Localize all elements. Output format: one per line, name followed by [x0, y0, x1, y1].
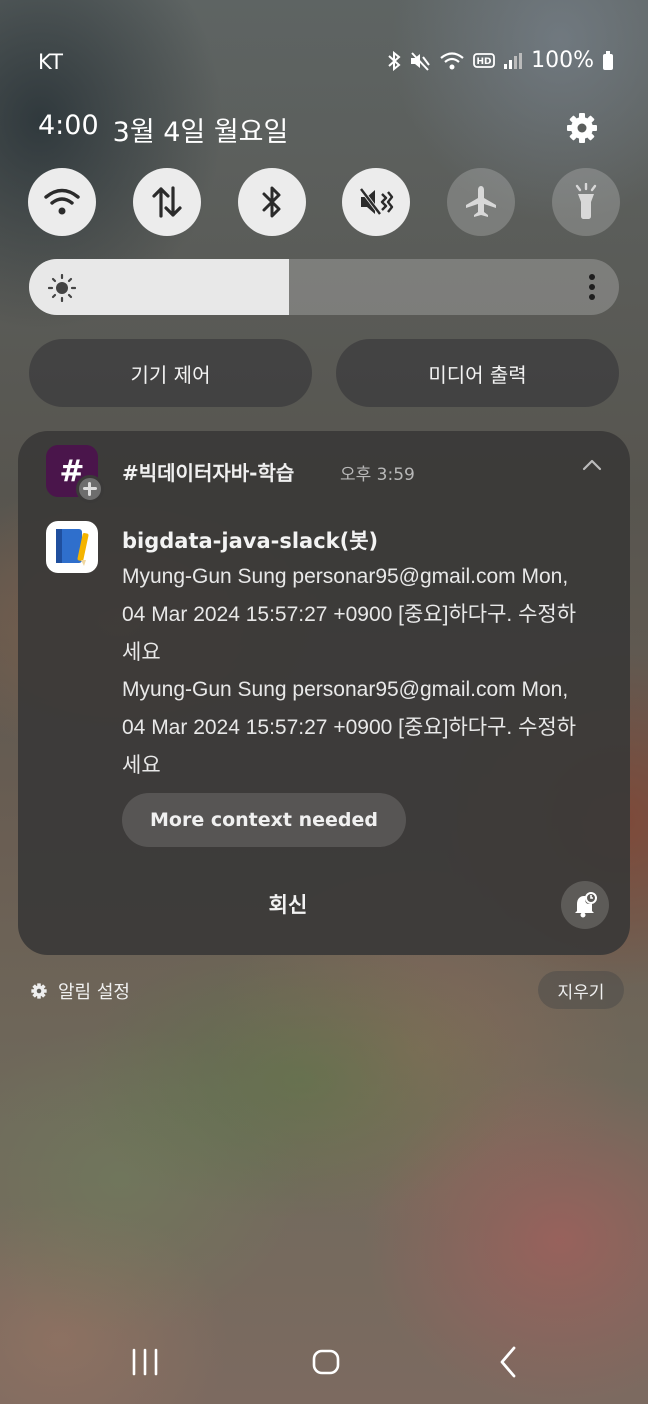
carrier-name: KT — [38, 50, 63, 74]
signal-icon — [503, 52, 523, 70]
home-icon — [312, 1349, 340, 1375]
recent-apps-icon — [132, 1348, 158, 1376]
recent-apps-button[interactable] — [128, 1344, 162, 1384]
notebook-icon — [56, 529, 89, 566]
notification-settings-link[interactable]: 알림 설정 — [30, 978, 130, 1004]
bluetooth-status-icon — [387, 50, 401, 71]
time-date-row: 4:00 3월 4일 월요일 — [38, 110, 288, 149]
wifi-toggle[interactable] — [28, 168, 96, 236]
bluetooth-icon — [262, 186, 281, 218]
media-output-button[interactable]: 미디어 출력 — [336, 339, 619, 407]
flashlight-toggle[interactable] — [551, 168, 620, 236]
clear-all-button[interactable]: 지우기 — [538, 971, 624, 1009]
flashlight-icon — [575, 183, 597, 219]
notification-time: 오후 3:59 — [340, 465, 415, 485]
mobile-data-toggle[interactable] — [132, 168, 201, 236]
notification-channel: #빅데이터자바-학습 — [122, 461, 295, 485]
airplane-icon — [466, 186, 497, 217]
notification-card[interactable]: # #빅데이터자바-학습 오후 3:59 bigdata-java-slack(… — [18, 431, 630, 955]
bell-snooze-icon — [575, 892, 597, 918]
date-label: 3월 4일 월요일 — [112, 117, 289, 148]
more-options-icon[interactable] — [587, 273, 597, 301]
brightness-sun-icon — [48, 274, 76, 302]
device-control-button[interactable]: 기기 제어 — [29, 339, 312, 407]
settings-button[interactable] — [562, 108, 602, 148]
notification-sender: bigdata-java-slack(봇) — [122, 529, 379, 553]
slack-badge-icon — [76, 475, 104, 503]
mobile-data-icon — [152, 186, 182, 218]
svg-text:HD: HD — [477, 57, 492, 67]
mute-toggle[interactable] — [342, 168, 411, 236]
brightness-slider[interactable] — [29, 259, 619, 315]
bluetooth-toggle[interactable] — [237, 168, 306, 236]
mute-status-icon — [409, 51, 431, 71]
snooze-button[interactable] — [561, 881, 609, 929]
back-button[interactable] — [494, 1344, 524, 1384]
back-icon — [500, 1346, 516, 1378]
airplane-mode-toggle[interactable] — [447, 168, 516, 236]
mute-icon — [359, 187, 394, 216]
notification-message: Myung-Gun Sung personar95@gmail.com Mon,… — [122, 565, 577, 664]
notification-message: Myung-Gun Sung personar95@gmail.com Mon,… — [122, 678, 577, 777]
gear-icon — [567, 113, 597, 143]
status-icons: HD 100% — [387, 48, 614, 73]
reply-button[interactable]: 회신 — [238, 889, 338, 919]
hd-voice-icon: HD — [473, 52, 495, 70]
wifi-status-icon — [439, 51, 465, 71]
wifi-icon — [44, 188, 80, 215]
gear-icon — [31, 983, 47, 999]
battery-icon — [602, 50, 614, 71]
clock-time: 4:00 — [38, 110, 99, 141]
bot-avatar — [46, 521, 98, 573]
smart-reply-chip[interactable]: More context needed — [122, 793, 406, 847]
home-button[interactable] — [310, 1344, 344, 1384]
chevron-up-icon[interactable] — [580, 457, 604, 473]
battery-percent: 100% — [531, 48, 594, 73]
notification-settings-label: 알림 설정 — [58, 982, 130, 1003]
quick-toggles — [28, 168, 620, 236]
